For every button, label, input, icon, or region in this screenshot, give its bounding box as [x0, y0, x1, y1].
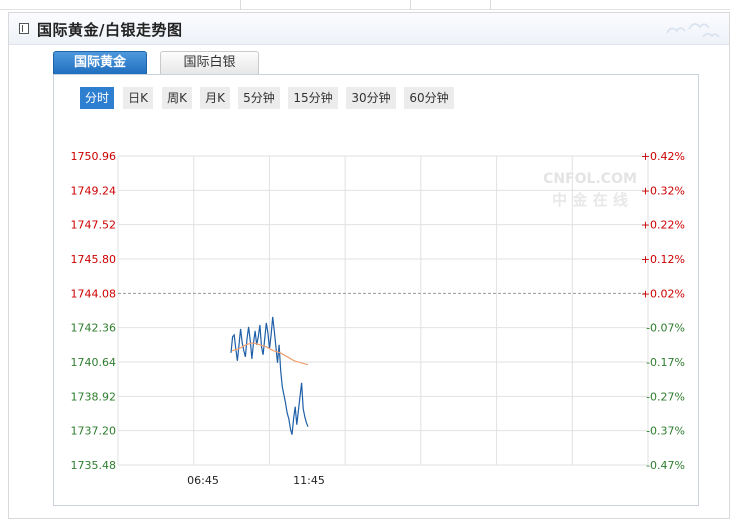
- percent-tick-label: +0.22%: [641, 219, 685, 232]
- percent-tick-label: +0.02%: [641, 287, 685, 300]
- percent-tick-label: -0.37%: [646, 425, 685, 438]
- percent-tick-label: -0.17%: [646, 356, 685, 369]
- percent-tick-label: +0.12%: [641, 253, 685, 266]
- y-tick-label: 1744.08: [71, 287, 117, 300]
- percent-tick-label: +0.42%: [641, 150, 685, 163]
- percent-tick-label: -0.07%: [646, 322, 685, 335]
- gold-intraday-chart: 1750.96 +0.42% 1749.24 +0.32% 1747.52 +0.22% 1…: [71, 150, 686, 487]
- percent-tick-label: +0.32%: [641, 184, 685, 197]
- y-tick-label: 1749.24: [71, 184, 117, 197]
- y-tick-label: 1747.52: [71, 219, 117, 232]
- watermark-logo-text: CNFOL.COM: [543, 171, 637, 187]
- y-tick-label: 1745.80: [71, 253, 117, 266]
- y-tick-label: 1737.20: [71, 425, 117, 438]
- x-tick-label: 06:45: [187, 474, 219, 487]
- y-tick-label: 1738.92: [71, 390, 117, 403]
- y-tick-label: 1740.64: [71, 356, 117, 369]
- y-tick-label: 1750.96: [71, 150, 117, 163]
- x-tick-label: 11:45: [293, 474, 325, 487]
- watermark-cn-text: 中 金 在 线: [552, 191, 628, 209]
- percent-tick-label: -0.47%: [646, 459, 685, 472]
- y-tick-label: 1735.48: [71, 459, 117, 472]
- percent-tick-label: -0.27%: [646, 390, 685, 403]
- y-tick-label: 1742.36: [71, 322, 117, 335]
